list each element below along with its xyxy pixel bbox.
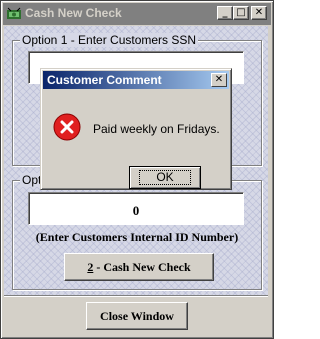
error-icon bbox=[53, 113, 81, 141]
close-window-main-button[interactable]: Close Window bbox=[86, 302, 188, 330]
customer-comment-dialog: Customer Comment ✕ Paid weekly on Friday… bbox=[40, 68, 232, 190]
separator bbox=[4, 295, 268, 297]
minimize-button[interactable]: _ bbox=[217, 6, 233, 20]
minimize-icon: _ bbox=[222, 7, 228, 18]
option1-label: Option 1 - Enter Customers SSN bbox=[20, 33, 199, 47]
dialog-titlebar[interactable]: Customer Comment ✕ bbox=[43, 71, 229, 89]
window-titlebar[interactable]: Cash New Check _ □ ✕ bbox=[3, 3, 271, 25]
dialog-close-button[interactable]: ✕ bbox=[211, 73, 227, 87]
close-window-button[interactable]: ✕ bbox=[251, 6, 267, 20]
cash-button-label: - Cash New Check bbox=[93, 259, 191, 274]
close-icon: ✕ bbox=[214, 74, 224, 85]
ok-button[interactable]: OK bbox=[129, 166, 201, 189]
window-title: Cash New Check bbox=[25, 6, 122, 20]
money-icon bbox=[7, 7, 21, 19]
close-icon: ✕ bbox=[254, 7, 264, 18]
dialog-title: Customer Comment bbox=[47, 73, 162, 87]
dialog-message: Paid weekly on Fridays. bbox=[93, 122, 220, 136]
customer-id-input[interactable]: 0 bbox=[28, 192, 244, 225]
customer-id-hint: (Enter Customers Internal ID Number) bbox=[35, 230, 239, 244]
maximize-icon: □ bbox=[236, 7, 246, 18]
maximize-button[interactable]: □ bbox=[233, 6, 249, 20]
ok-button-label: OK bbox=[139, 170, 191, 185]
cash-new-check-button[interactable]: 2 - Cash New Check bbox=[64, 253, 214, 281]
